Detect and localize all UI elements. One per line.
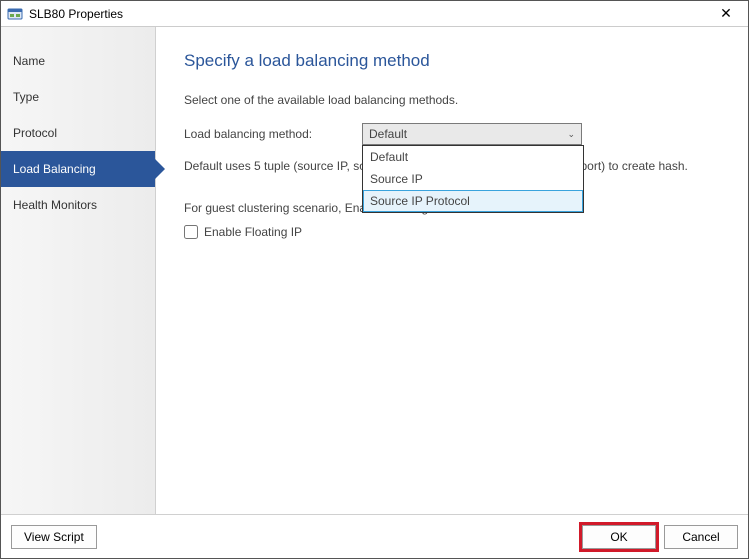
sidebar-item-label: Name [13, 54, 45, 68]
sidebar-item-label: Health Monitors [13, 198, 97, 212]
method-dropdown: Default Source IP Source IP Protocol [362, 145, 584, 213]
sidebar-item-label: Type [13, 90, 39, 104]
method-label: Load balancing method: [184, 127, 352, 141]
sidebar-item-load-balancing[interactable]: Load Balancing [1, 151, 155, 187]
sidebar-item-type[interactable]: Type [1, 79, 155, 115]
method-combobox[interactable]: Default ⌄ Default Source IP Source IP Pr… [362, 123, 582, 145]
close-icon: ✕ [720, 5, 732, 22]
cancel-button[interactable]: Cancel [664, 525, 738, 549]
method-option-source-ip-protocol[interactable]: Source IP Protocol [363, 190, 583, 212]
option-label: Default [370, 150, 408, 164]
content-pane: Specify a load balancing method Select o… [156, 27, 748, 514]
close-button[interactable]: ✕ [708, 2, 744, 26]
option-label: Source IP [370, 172, 423, 186]
sidebar-item-name[interactable]: Name [1, 43, 155, 79]
chevron-down-icon: ⌄ [567, 129, 575, 140]
app-icon [7, 6, 23, 22]
button-label: View Script [24, 530, 84, 544]
properties-dialog: SLB80 Properties ✕ Name Type Protocol Lo… [0, 0, 749, 559]
page-heading: Specify a load balancing method [184, 51, 720, 71]
page-description: Select one of the available load balanci… [184, 93, 720, 107]
method-row: Load balancing method: Default ⌄ Default… [184, 123, 720, 145]
method-option-source-ip[interactable]: Source IP [363, 168, 583, 190]
dialog-footer: View Script OK Cancel [1, 514, 748, 558]
sidebar-item-protocol[interactable]: Protocol [1, 115, 155, 151]
sidebar-item-label: Load Balancing [13, 162, 96, 176]
sidebar-item-label: Protocol [13, 126, 57, 140]
method-option-default[interactable]: Default [363, 146, 583, 168]
ok-button[interactable]: OK [582, 525, 656, 549]
floating-ip-checkbox[interactable] [184, 225, 198, 239]
titlebar: SLB80 Properties ✕ [1, 1, 748, 27]
window-title: SLB80 Properties [29, 7, 123, 21]
option-label: Source IP Protocol [370, 194, 470, 208]
sidebar-item-health-monitors[interactable]: Health Monitors [1, 187, 155, 223]
button-label: Cancel [682, 530, 719, 544]
view-script-button[interactable]: View Script [11, 525, 97, 549]
sidebar: Name Type Protocol Load Balancing Health… [1, 27, 156, 514]
dialog-body: Name Type Protocol Load Balancing Health… [1, 27, 748, 514]
floating-ip-row: Enable Floating IP [184, 225, 720, 239]
button-label: OK [610, 530, 627, 544]
floating-ip-label: Enable Floating IP [204, 225, 302, 239]
method-selected-value: Default [369, 127, 407, 141]
